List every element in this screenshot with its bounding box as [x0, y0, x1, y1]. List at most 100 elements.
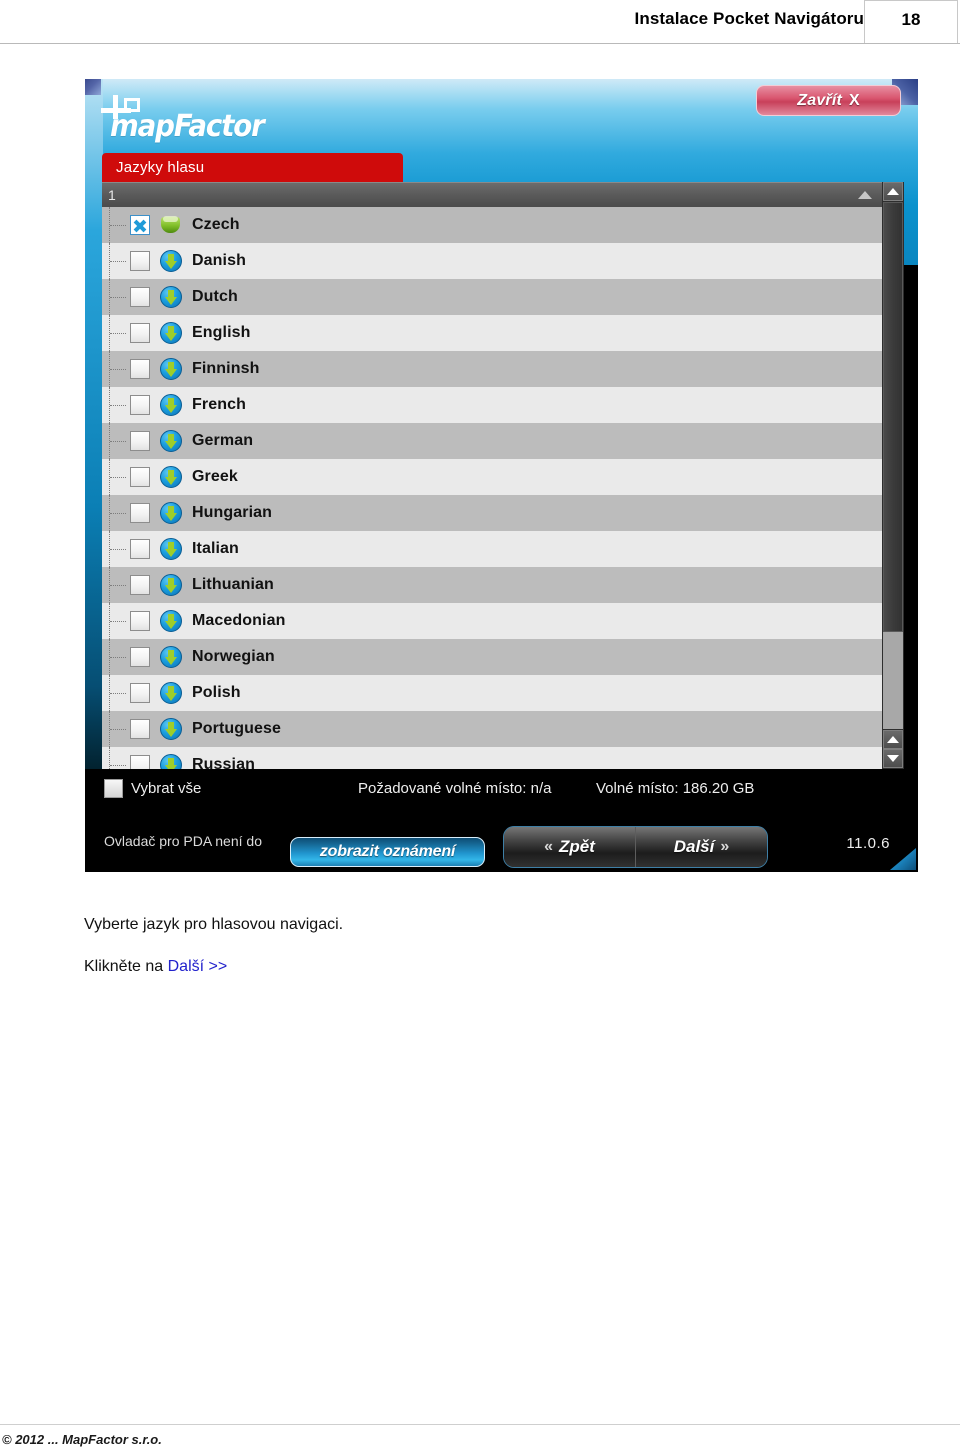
language-list[interactable]: Czech Danish Dutch English Finninsh French Ger…	[102, 207, 882, 769]
tree-guide-stub	[110, 477, 126, 479]
tree-guide-stub	[110, 765, 126, 767]
list-item[interactable]: Portuguese	[102, 711, 882, 747]
list-item[interactable]: Greek	[102, 459, 882, 495]
language-name: Norwegian	[192, 648, 275, 665]
list-item[interactable]: Lithuanian	[102, 567, 882, 603]
language-checkbox[interactable]	[130, 755, 150, 769]
page-header: Instalace Pocket Navigátoru 18	[0, 0, 960, 44]
language-name: Dutch	[192, 288, 238, 305]
language-checkbox[interactable]	[130, 719, 150, 739]
close-button[interactable]: Zavřít X	[756, 85, 901, 116]
scrollbar-track[interactable]	[883, 202, 903, 729]
footer-divider	[0, 1424, 960, 1425]
caption-line-2-prefix: Klikněte na	[84, 958, 168, 975]
show-notification-button[interactable]: zobrazit oznámení	[290, 837, 485, 867]
tree-guide-stub	[110, 261, 126, 263]
language-checkbox[interactable]	[130, 683, 150, 703]
language-name: Lithuanian	[192, 576, 274, 593]
bottom-toolbar: Ovladač pro PDA není do zobrazit oznámen…	[85, 815, 918, 872]
next-button[interactable]: Další »	[635, 827, 767, 867]
scroll-down-button[interactable]	[883, 749, 903, 768]
tab-voice-languages[interactable]: Jazyky hlasu	[102, 153, 403, 182]
brand-wordmark: mapFactor	[110, 109, 265, 144]
list-item[interactable]: Norwegian	[102, 639, 882, 675]
list-item[interactable]: English	[102, 315, 882, 351]
download-icon	[160, 250, 182, 272]
language-checkbox[interactable]	[130, 359, 150, 379]
tree-guide-stub	[110, 693, 126, 695]
download-icon	[160, 538, 182, 560]
language-checkbox[interactable]	[130, 251, 150, 271]
language-name: Danish	[192, 252, 246, 269]
caption-line-2: Klikněte na Další >>	[84, 958, 227, 976]
download-icon	[160, 754, 182, 769]
download-icon	[160, 466, 182, 488]
back-button[interactable]: « Zpět	[504, 827, 635, 867]
download-icon	[160, 286, 182, 308]
list-column-header[interactable]: 1	[102, 182, 882, 207]
list-item[interactable]: Hungarian	[102, 495, 882, 531]
list-item[interactable]: French	[102, 387, 882, 423]
close-button-label: Zavřít	[797, 91, 843, 109]
download-icon	[160, 718, 182, 740]
caption-line-1: Vyberte jazyk pro hlasovou navigaci.	[84, 916, 344, 933]
list-item[interactable]: Italian	[102, 531, 882, 567]
tree-guide-stub	[110, 621, 126, 623]
show-notification-label: zobrazit oznámení	[319, 843, 456, 860]
chevron-up-icon	[887, 188, 899, 195]
language-checkbox[interactable]	[130, 575, 150, 595]
list-item[interactable]: Russian	[102, 747, 882, 769]
language-checkbox[interactable]	[130, 395, 150, 415]
download-icon	[160, 682, 182, 704]
tree-guide-stub	[110, 513, 126, 515]
sort-ascending-icon	[858, 191, 872, 199]
tree-guide-stub	[110, 225, 126, 227]
status-strip: Vybrat vše Požadované volné místo: n/a V…	[85, 769, 918, 815]
tree-guide-stub	[110, 585, 126, 587]
list-item[interactable]: Macedonian	[102, 603, 882, 639]
download-icon	[160, 610, 182, 632]
caption-next-link[interactable]: Další >>	[168, 958, 228, 975]
language-checkbox[interactable]	[130, 215, 150, 235]
language-checkbox[interactable]	[130, 467, 150, 487]
language-name: Greek	[192, 468, 238, 485]
language-checkbox[interactable]	[130, 431, 150, 451]
list-item[interactable]: Finninsh	[102, 351, 882, 387]
scroll-up-button[interactable]	[883, 730, 903, 749]
list-scrollbar[interactable]	[882, 182, 904, 769]
language-name: Portuguese	[192, 720, 282, 737]
app-left-accent-stripe	[85, 79, 103, 769]
header-divider	[0, 43, 960, 44]
app-window-screenshot: mapFactor Zavřít X Jazyky hlasu 1 Czech D…	[85, 79, 918, 872]
close-icon: X	[849, 91, 860, 109]
list-item[interactable]: Czech	[102, 207, 882, 243]
download-icon	[160, 430, 182, 452]
list-item[interactable]: Dutch	[102, 279, 882, 315]
footer-copyright: © 2012 ... MapFactor s.r.o.	[2, 1432, 162, 1447]
select-all-checkbox[interactable]	[104, 779, 123, 798]
chevron-left-double-icon: «	[544, 838, 553, 855]
list-item[interactable]: Danish	[102, 243, 882, 279]
version-text: 11.0.6	[846, 835, 890, 852]
scroll-up-button-top[interactable]	[883, 182, 903, 201]
language-checkbox[interactable]	[130, 287, 150, 307]
navigation-button-group: « Zpět Další »	[503, 826, 768, 868]
language-checkbox[interactable]	[130, 323, 150, 343]
scrollbar-thumb[interactable]	[883, 202, 903, 632]
free-space-text: Volné místo: 186.20 GB	[596, 780, 755, 797]
language-name: Polish	[192, 684, 241, 701]
list-item[interactable]: Polish	[102, 675, 882, 711]
page-number-box: 18	[864, 0, 958, 44]
required-space-text: Požadované volné místo: n/a	[358, 780, 552, 797]
tree-guide-stub	[110, 729, 126, 731]
language-checkbox[interactable]	[130, 503, 150, 523]
list-column-header-label: 1	[108, 187, 116, 203]
language-name: Czech	[192, 216, 240, 233]
language-checkbox[interactable]	[130, 647, 150, 667]
language-checkbox[interactable]	[130, 539, 150, 559]
download-icon	[160, 394, 182, 416]
list-item[interactable]: German	[102, 423, 882, 459]
chevron-right-double-icon: »	[720, 838, 730, 855]
language-checkbox[interactable]	[130, 611, 150, 631]
language-name: Hungarian	[192, 504, 273, 521]
